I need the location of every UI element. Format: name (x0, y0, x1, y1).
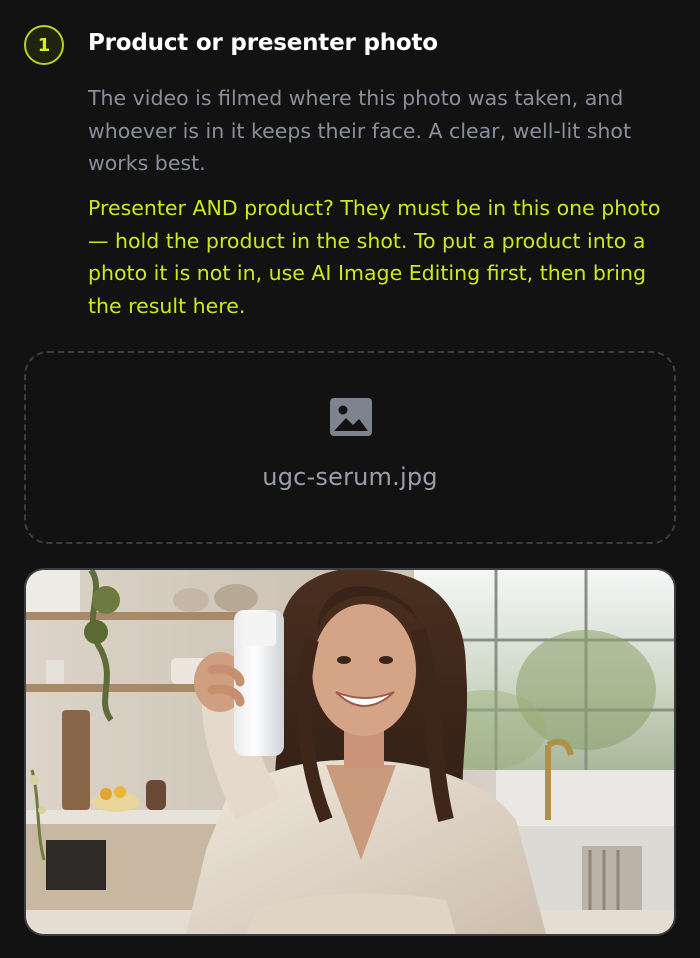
step-title: Product or presenter photo (88, 30, 438, 56)
step-header: 1 Product or presenter photo (24, 25, 664, 69)
image-icon (330, 398, 372, 436)
uploaded-photo-preview (24, 568, 676, 936)
step-number-badge: 1 (24, 25, 64, 65)
photo-upload-dropzone[interactable]: ugc-serum.jpg (24, 351, 676, 544)
presenter-photo (26, 570, 674, 934)
step-description: The video is filmed where this photo was… (88, 86, 632, 175)
uploaded-file-name: ugc-serum.jpg (262, 463, 438, 491)
step-notice: Presenter AND product? They must be in t… (88, 196, 661, 318)
